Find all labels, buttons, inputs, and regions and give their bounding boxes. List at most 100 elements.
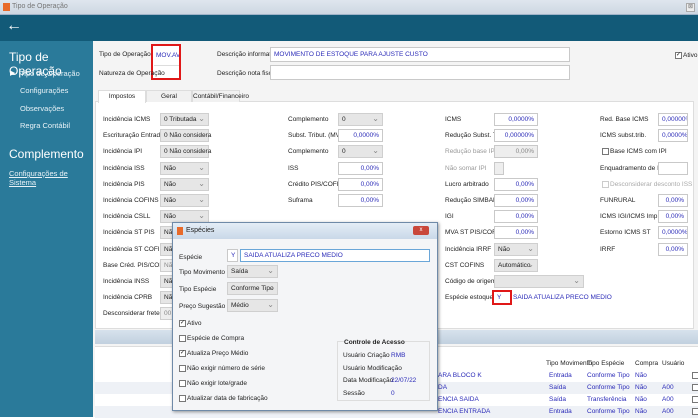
field-input[interactable]: 0,0000%	[658, 129, 688, 143]
field-input[interactable]: 0,00%	[494, 210, 538, 224]
row-checkbox[interactable]	[692, 408, 698, 415]
access-value: 0	[391, 389, 395, 397]
window-close-button[interactable]: ⊠	[686, 3, 695, 12]
tab-contabil-financeiro[interactable]: Contábil/Financeiro	[192, 90, 249, 102]
ativo-checkbox[interactable]: ✓	[675, 52, 682, 59]
field-input[interactable]: 0,00%	[658, 194, 688, 207]
dialog-checkbox[interactable]: ✓	[179, 350, 186, 357]
table-cell: Conforme Tipo	[587, 384, 630, 391]
sidebar-section-title: Complemento	[9, 147, 84, 161]
field-input[interactable]: 0,00%	[494, 226, 538, 240]
tab-impostos[interactable]: Impostos	[98, 90, 146, 103]
table-cell: Não	[635, 396, 647, 403]
field-label: Incidência PIS	[103, 180, 145, 188]
field-input[interactable]: 0,00%	[338, 177, 383, 191]
field-label: IRRF	[600, 245, 616, 253]
field-input[interactable]: 0,00%	[658, 210, 688, 224]
dialog-field-select[interactable]: Saída	[227, 265, 278, 278]
field-label: Lucro arbitrado	[445, 180, 489, 188]
field-input[interactable]: 0,00%	[494, 177, 538, 191]
field-select[interactable]: 0 Não considera	[160, 129, 211, 143]
table-cell: Saída	[549, 384, 566, 391]
grid-column-header[interactable]: Tipo Movimento	[546, 360, 592, 367]
dialog-checkbox[interactable]	[179, 365, 186, 372]
field-label: Incidência CPRB	[103, 294, 153, 302]
row-checkbox[interactable]	[692, 396, 698, 403]
table-cell: Não	[635, 372, 647, 379]
dialog-checkbox[interactable]	[179, 395, 186, 402]
field-checkbox[interactable]	[602, 148, 609, 156]
field-input[interactable]: 0,0000%	[658, 226, 688, 240]
field-input[interactable]: 0,00000%	[494, 129, 538, 143]
field-select[interactable]: 0 Tributada	[160, 113, 209, 126]
field-input[interactable]: 0,00%	[494, 145, 538, 159]
field-input[interactable]: 0,00000%	[658, 113, 688, 126]
grid-column-header[interactable]: Usuário	[662, 360, 684, 367]
field-label: Estorno ICMS ST	[600, 229, 651, 237]
field-input[interactable]	[658, 161, 688, 175]
tipo-operacao-label: Tipo de Operação	[99, 51, 151, 58]
field-label: Incidência ISS	[103, 164, 145, 172]
field-select[interactable]: Automático	[494, 258, 538, 272]
especie-desc-input[interactable]: SAIDA ATUALIZA PRECO MEDIO	[240, 249, 430, 262]
field-select[interactable]: Não	[160, 177, 209, 191]
access-label: Usuário Criação	[343, 352, 390, 359]
access-value: 22/07/22	[391, 377, 417, 384]
dialog-checkbox[interactable]: ✓	[179, 320, 186, 327]
especie-code-input[interactable]: Y	[227, 249, 238, 262]
field-select[interactable]: Não	[494, 242, 538, 256]
field-label: Complemento	[288, 116, 329, 123]
sidebar-item-tipo-operacao[interactable]: Tipo de Operação	[20, 69, 80, 78]
field-input[interactable]: 0,00%	[338, 161, 383, 175]
natureza-operacao-label: Natureza de Operação	[99, 70, 165, 77]
especie-estoque-desc: SAIDA ATUALIZA PRECO MEDIO	[513, 294, 612, 302]
field-label: Redução base IPI	[445, 148, 497, 156]
field-select[interactable]: Não	[160, 161, 209, 175]
configuracoes-sistema-link[interactable]: Configurações de Sistema	[9, 169, 93, 187]
descricao-nota-fiscal-input[interactable]	[270, 65, 570, 80]
descricao-informativa-input[interactable]: MOVIMENTO DE ESTOQUE PARA AJUSTE CUSTO	[270, 47, 570, 62]
grid-column-header[interactable]: Tipo Espécie	[587, 360, 624, 367]
field-input[interactable]: 0,00%	[658, 242, 688, 256]
field-select[interactable]	[494, 275, 584, 288]
field-input[interactable]: 0,0000%	[338, 129, 383, 143]
field-select[interactable]: 0 Não considera	[160, 145, 211, 159]
field-select[interactable]: 0	[338, 145, 383, 159]
dialog-field-label: Tipo Espécie	[179, 286, 217, 293]
row-checkbox[interactable]	[692, 372, 698, 379]
sidebar-item-configuracoes[interactable]: Configurações	[20, 86, 68, 95]
especie-label: Espécie	[179, 254, 203, 261]
field-label: Base ICMS com IPI	[610, 148, 667, 156]
dialog-checkbox-label: Atualizar data de fabricação	[187, 395, 268, 402]
dialog-field-select[interactable]: Médio	[227, 299, 278, 312]
tab-geral[interactable]: Geral	[146, 90, 192, 102]
access-value: RMB	[391, 352, 406, 359]
field-select[interactable]: Não	[160, 194, 209, 207]
field-label: ICMS subst.trib.	[600, 132, 647, 140]
table-cell: DA	[438, 384, 448, 391]
field-label: FUNRURAL	[600, 197, 636, 204]
field-input[interactable]: 0,00%	[494, 194, 538, 207]
especie-estoque-input[interactable]: Y	[492, 290, 512, 306]
row-checkbox[interactable]	[692, 384, 698, 391]
arrow-left-icon[interactable]: ←	[6, 17, 22, 35]
field-label: Incidência INSS	[103, 278, 150, 285]
controle-acesso-title: Controle de Acesso	[344, 339, 405, 346]
dialog-close-button[interactable]: x	[413, 226, 429, 235]
table-cell: Não	[635, 384, 647, 391]
dialog-checkbox-label: Atualiza Preço Médio	[187, 350, 249, 357]
field-select[interactable]: 0	[338, 113, 383, 126]
dialog-field-select[interactable]: Conforme Tipo	[227, 282, 278, 295]
field-label: Código de origem	[445, 278, 497, 285]
field-input[interactable]: 0,0000%	[494, 113, 538, 126]
field-checkbox[interactable]	[602, 180, 609, 188]
grid-column-header[interactable]: Compra	[635, 360, 658, 367]
sidebar-item-regra-contabil[interactable]: Regra Contábil	[20, 121, 70, 130]
nao-somar-ipi-box[interactable]	[494, 161, 504, 175]
dialog-checkbox[interactable]	[179, 380, 186, 387]
field-input[interactable]: 0,00%	[338, 194, 383, 207]
sidebar-item-observacoes[interactable]: Observações	[20, 104, 64, 113]
dialog-checkbox[interactable]	[179, 335, 186, 342]
ativo-label: Ativo	[683, 52, 698, 59]
field-label: Incidência ICMS	[103, 116, 151, 123]
